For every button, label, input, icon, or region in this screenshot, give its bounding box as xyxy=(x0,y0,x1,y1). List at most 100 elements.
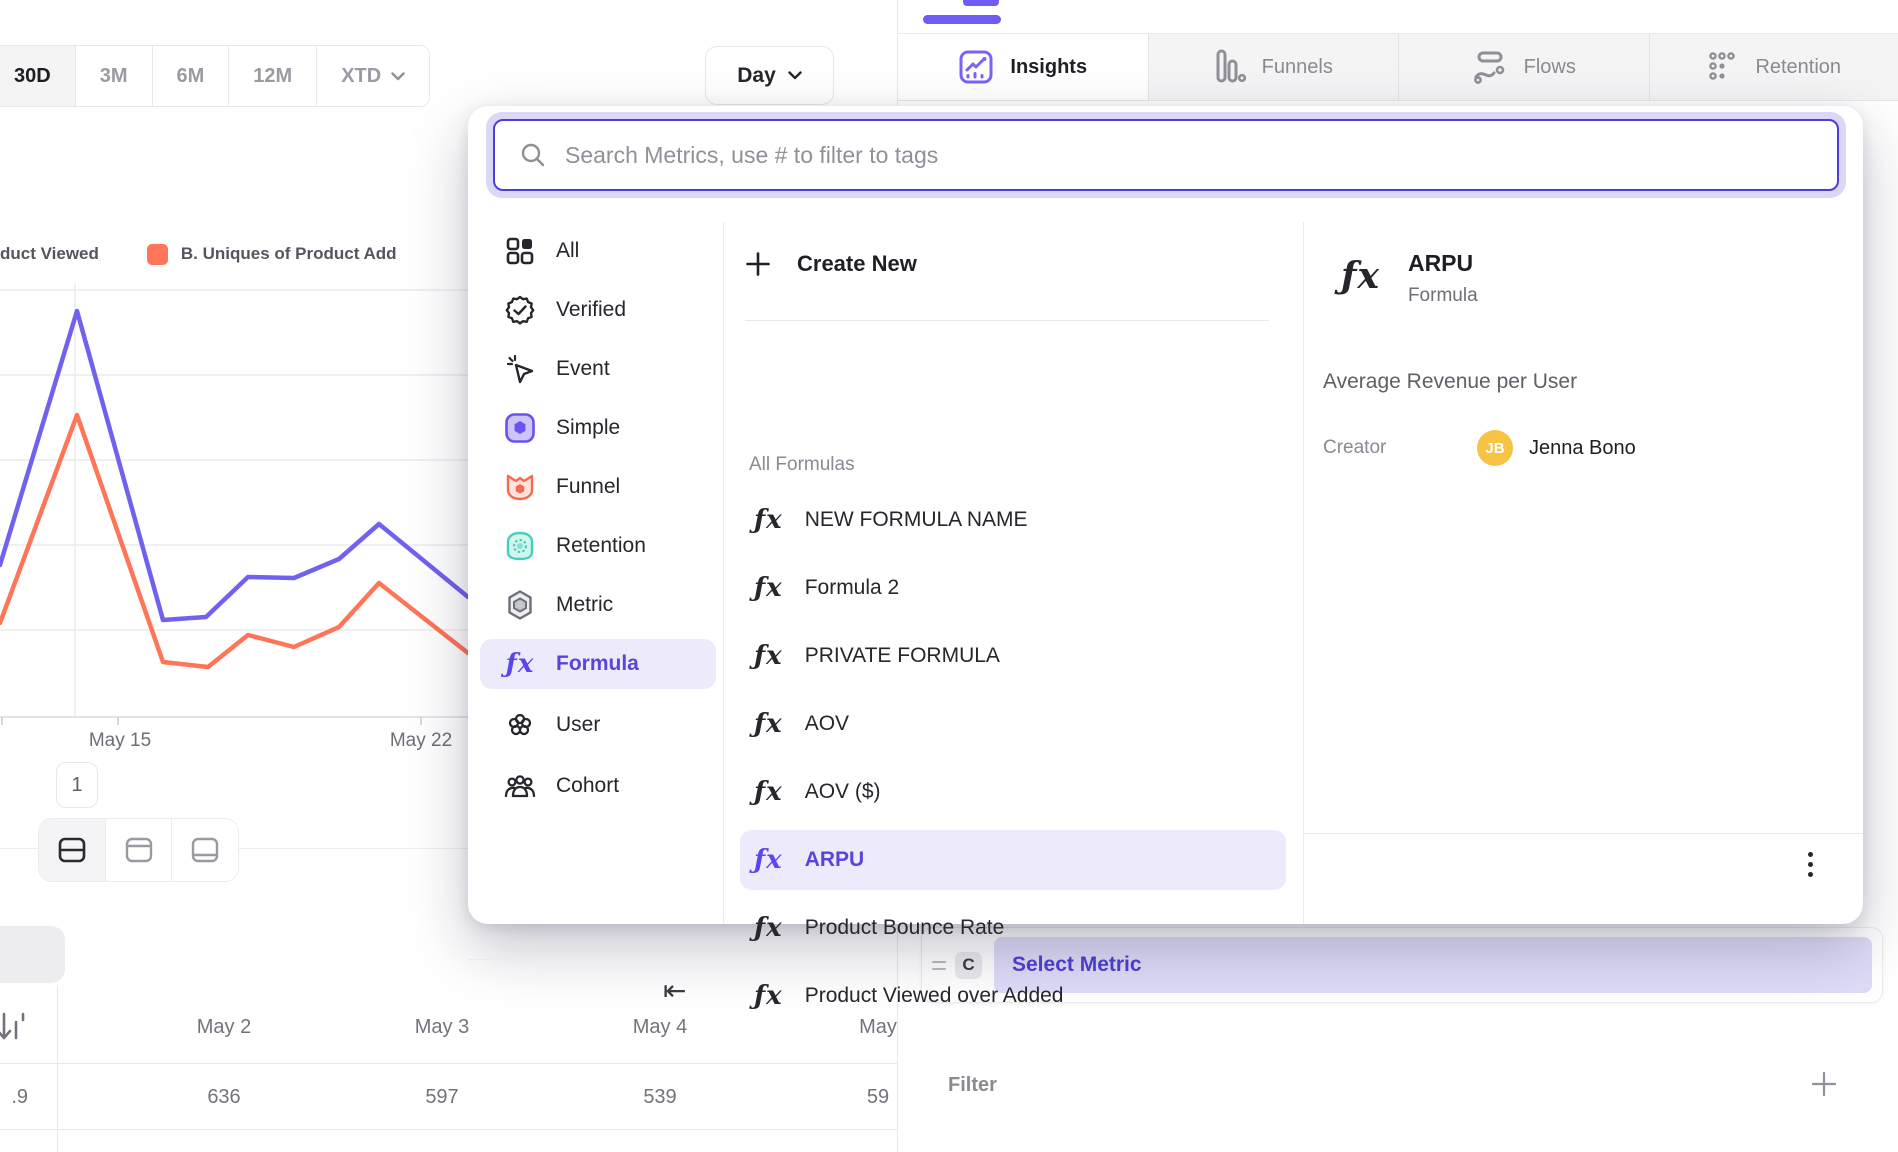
retention-grid-icon xyxy=(1707,50,1739,84)
event-cursor-icon xyxy=(502,353,538,385)
formula-name: ARPU xyxy=(805,848,865,872)
formula-list-column: Create New All Formulas ƒx NEW FORMULA N… xyxy=(723,222,1304,924)
page-number: 1 xyxy=(71,774,82,797)
formula-fx-icon: ƒx xyxy=(754,711,783,737)
funnel-icon xyxy=(502,472,538,502)
verified-badge-icon xyxy=(502,294,538,326)
formula-name: Formula 2 xyxy=(805,576,900,600)
table-cell: 636 xyxy=(144,1086,304,1109)
formula-item[interactable]: ƒx NEW FORMULA NAME xyxy=(740,490,1286,550)
category-label: Event xyxy=(556,357,610,381)
page-number-button[interactable]: 1 xyxy=(56,762,98,808)
detail-description: Average Revenue per User xyxy=(1323,370,1577,394)
formula-detail-panel: ƒx ARPU Formula Average Revenue per User… xyxy=(1303,222,1863,924)
more-options-icon[interactable] xyxy=(1808,852,1813,877)
category-user[interactable]: User xyxy=(480,700,716,750)
formula-item[interactable]: ƒx AOV ($) xyxy=(740,762,1286,822)
category-event[interactable]: Event xyxy=(480,344,716,394)
formula-fx-icon: ƒx xyxy=(754,847,783,873)
table-row-line xyxy=(0,1063,897,1064)
formula-fx-icon: ƒx xyxy=(754,575,783,601)
table-divider xyxy=(57,985,58,1152)
formula-name: PRIVATE FORMULA xyxy=(805,644,1000,668)
formula-fx-icon: ƒx xyxy=(754,983,783,1009)
tab-label: Flows xyxy=(1524,56,1576,79)
metric-picker-modal: All Verified xyxy=(468,106,1863,924)
formula-fx-icon: ƒx xyxy=(754,507,783,533)
simple-icon xyxy=(502,412,538,444)
formula-fx-icon: ƒx xyxy=(754,643,783,669)
plus-icon xyxy=(745,251,771,277)
formula-item[interactable]: ƒx Product Viewed over Added xyxy=(740,966,1286,1026)
formula-name: NEW FORMULA NAME xyxy=(805,508,1028,532)
layout-split-icon xyxy=(58,837,86,863)
collapse-sidebar-icon[interactable]: ⇤ xyxy=(663,977,686,1005)
user-icon xyxy=(502,709,538,741)
formula-item[interactable]: ƒx PRIVATE FORMULA xyxy=(740,626,1286,686)
tab-label: Insights xyxy=(1010,56,1087,79)
grid-icon xyxy=(502,236,538,266)
layout-top-button[interactable] xyxy=(106,819,173,881)
category-retention[interactable]: Retention xyxy=(480,521,716,571)
formula-fx-icon: ƒx xyxy=(754,915,783,941)
filter-label: Filter xyxy=(948,1074,997,1097)
tab-retention[interactable]: Retention xyxy=(1650,34,1898,100)
formula-name: AOV ($) xyxy=(805,780,881,804)
layout-bottom-button[interactable] xyxy=(172,819,238,881)
active-nav-underline xyxy=(923,15,1001,24)
category-label: User xyxy=(556,713,600,737)
formula-name: Product Viewed over Added xyxy=(805,984,1064,1008)
category-label: Retention xyxy=(556,534,646,558)
filter-row: Filter xyxy=(898,1055,1898,1115)
table-header[interactable]: May 4 xyxy=(580,1016,740,1039)
creator-name: Jenna Bono xyxy=(1529,437,1636,460)
creator-label: Creator xyxy=(1323,437,1455,459)
divider xyxy=(745,320,1269,321)
category-cohort[interactable]: Cohort xyxy=(480,761,716,811)
search-input[interactable] xyxy=(563,141,1837,170)
avatar: JB xyxy=(1477,430,1513,466)
detail-creator-row: Creator JB Jenna Bono xyxy=(1323,430,1636,466)
category-sidebar: All Verified xyxy=(468,222,724,924)
app-screen: 30D 3M 6M 12M XTD Day duct Viewed B. Uni… xyxy=(0,0,1898,1152)
category-label: Cohort xyxy=(556,774,619,798)
formula-fx-icon: ƒx xyxy=(502,651,538,677)
formula-item[interactable]: ƒx Product Bounce Rate xyxy=(740,898,1286,958)
divider xyxy=(468,959,723,960)
category-label: Metric xyxy=(556,593,613,617)
tab-label: Funnels xyxy=(1262,56,1333,79)
table-header[interactable]: May 3 xyxy=(362,1016,522,1039)
add-filter-button[interactable] xyxy=(1811,1071,1837,1097)
table-header[interactable]: May 2 xyxy=(144,1016,304,1039)
category-label: Formula xyxy=(556,652,639,676)
table-cell: 597 xyxy=(362,1086,522,1109)
category-verified[interactable]: Verified xyxy=(480,285,716,335)
create-new-button[interactable]: Create New xyxy=(745,238,917,290)
formula-item[interactable]: ƒx Formula 2 xyxy=(740,558,1286,618)
formula-item-selected[interactable]: ƒx ARPU xyxy=(740,830,1286,890)
category-funnel[interactable]: Funnel xyxy=(480,462,716,512)
table-row-line xyxy=(0,1129,897,1130)
category-simple[interactable]: Simple xyxy=(480,403,716,453)
category-metric[interactable]: Metric xyxy=(480,580,716,630)
category-label: Verified xyxy=(556,298,626,322)
table-cell: 539 xyxy=(580,1086,740,1109)
formula-name: Product Bounce Rate xyxy=(805,916,1005,940)
category-formula[interactable]: ƒx Formula xyxy=(480,639,716,689)
cohort-icon xyxy=(502,772,538,800)
category-all[interactable]: All xyxy=(480,226,716,276)
sort-icon[interactable] xyxy=(0,1010,26,1046)
tab-flows[interactable]: Flows xyxy=(1399,34,1650,100)
insights-icon xyxy=(958,48,994,86)
layout-bottom-icon xyxy=(191,837,219,863)
tab-funnels[interactable]: Funnels xyxy=(1149,34,1400,100)
search-focus-ring xyxy=(486,112,1846,198)
detail-type: Formula xyxy=(1408,285,1478,307)
tab-insights[interactable]: Insights xyxy=(898,34,1149,100)
section-label: All Formulas xyxy=(749,454,855,476)
series-pill-partial[interactable] xyxy=(0,926,65,983)
layout-top-icon xyxy=(125,837,153,863)
formula-item[interactable]: ƒx AOV xyxy=(740,694,1286,754)
x-axis-label-may15: May 15 xyxy=(50,730,190,752)
layout-split-button[interactable] xyxy=(39,819,106,881)
